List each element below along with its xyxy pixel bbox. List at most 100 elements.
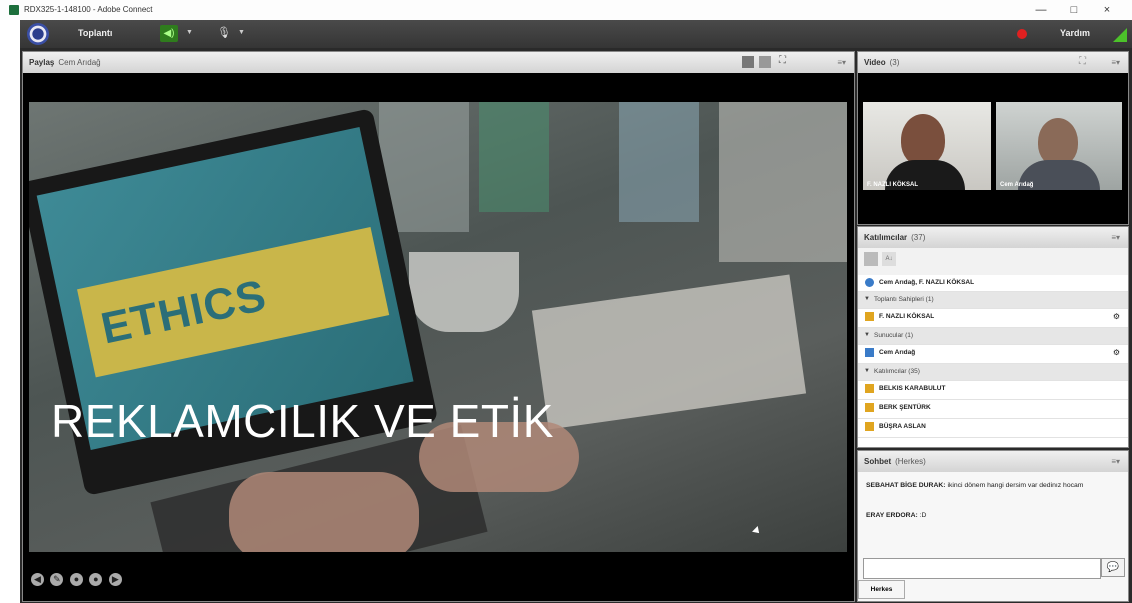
attendee-name: F. NAZLI KÖKSAL — [879, 313, 935, 320]
mic-menu-caret-icon[interactable]: ▼ — [238, 29, 245, 36]
participant-head — [1038, 118, 1078, 166]
window-title: RDX325-1-148100 - Adobe Connect — [24, 5, 153, 14]
section-presenters[interactable]: ▼ Sunucular (1) — [858, 328, 1128, 345]
menu-help[interactable]: Yardım — [1060, 28, 1090, 38]
chat-input[interactable] — [863, 558, 1101, 579]
video-feed[interactable]: Cem Arıdağ — [996, 102, 1122, 190]
attendee-row[interactable]: BÜŞRA ASLAN — [858, 419, 1128, 438]
section-participants[interactable]: ▼ Katılımcılar (35) — [858, 364, 1128, 381]
share-pod: Paylaş Cem Arıdağ ⛶ ≡▾ ETHICS REKLAMCILIK — [22, 51, 855, 602]
chat-pod-header: Sohbet (Herkes) ≡▾ — [858, 451, 1128, 472]
bg-binder — [719, 102, 847, 262]
attendee-name: BELKIS KARABULUT — [879, 385, 946, 392]
video-pod: Video (3) ⛶ ≡▾ F. NAZLI KÖKSAL Cem Arıdağ — [857, 51, 1129, 225]
app-icon — [9, 5, 19, 15]
maximize-button[interactable]: □ — [1061, 2, 1087, 18]
bg-binder — [479, 102, 549, 212]
share-pod-title: Paylaş — [29, 58, 55, 67]
eraser-icon[interactable]: ● — [69, 573, 83, 586]
attendees-pod: Katılımcılar (37) ≡▾ A↓ Cem Arıdağ, F. NA… — [857, 226, 1129, 448]
coffee-cup-image — [409, 252, 519, 332]
section-label: Toplantı Sahipleri (1) — [874, 296, 934, 303]
video-feed-name: Cem Arıdağ — [1000, 182, 1034, 188]
fullscreen-icon[interactable]: ⛶ — [779, 55, 786, 66]
attendee-name: Cem Arıdağ — [879, 349, 916, 356]
section-label: Sunucular (1) — [874, 332, 914, 339]
attendee-row[interactable]: BELKIS KARABULUT — [858, 381, 1128, 400]
video-pod-header: Video (3) ⛶ ≡▾ — [858, 52, 1128, 73]
participant-icon — [865, 403, 874, 412]
window-titlebar: RDX325-1-148100 - Adobe Connect — □ × — [0, 0, 1132, 20]
chat-pod: Sohbet (Herkes) ≡▾ SEBAHAT BİGE DURAK: ik… — [857, 450, 1129, 602]
chat-text: ikinci dönem hangi dersim var dedinız ho… — [947, 482, 1084, 489]
chat-pod-title: Sohbet — [864, 457, 892, 466]
video-options-icon[interactable]: ≡▾ — [1111, 58, 1120, 67]
minimize-button[interactable]: — — [1028, 2, 1054, 18]
slide-title: REKLAMCILIK VE ETİK — [51, 395, 554, 447]
attendee-row[interactable]: BERK ŞENTÜRK — [858, 400, 1128, 419]
app-frame: Toplantı ◀) ▼ 🎙 ▼ Yardım Paylaş Cem Arıda… — [20, 20, 1132, 603]
host-icon — [865, 312, 874, 321]
audio-menu-caret-icon[interactable]: ▼ — [186, 29, 193, 36]
attendees-count: (37) — [911, 233, 926, 242]
connection-signal-icon — [1113, 28, 1127, 42]
close-button[interactable]: × — [1094, 2, 1120, 18]
attendees-pod-header: Katılımcılar (37) ≡▾ — [858, 227, 1128, 248]
menu-meeting[interactable]: Toplantı — [78, 28, 112, 38]
menu-bar: Toplantı ◀) ▼ 🎙 ▼ Yardım — [20, 20, 1132, 48]
active-speakers-row: Cem Arıdağ, F. NAZLI KÖKSAL — [858, 275, 1128, 292]
speaker-icon[interactable]: ◀) — [160, 25, 178, 42]
layout-fill-icon[interactable] — [742, 56, 754, 68]
next-slide-icon[interactable]: ▶ — [108, 573, 122, 586]
pod-options-icon[interactable]: ≡▾ — [837, 58, 846, 67]
participant-head — [901, 114, 945, 166]
slide-stage: ETHICS REKLAMCILIK VE ETİK — [29, 102, 847, 552]
collapse-arrow-icon: ▼ — [864, 368, 870, 374]
speaker-icon — [865, 278, 874, 287]
section-label: Katılımcılar (35) — [874, 368, 920, 375]
chat-message: ERAY ERDORA: :D — [866, 511, 1120, 520]
video-feed-name: F. NAZLI KÖKSAL — [867, 182, 918, 188]
pointer-icon[interactable]: ✎ — [50, 573, 64, 586]
sort-icon[interactable]: A↓ — [882, 252, 896, 266]
layout-fit-icon[interactable] — [759, 56, 771, 68]
bg-binder — [619, 102, 699, 222]
video-count: (3) — [889, 58, 900, 67]
prev-slide-icon[interactable]: ◀ — [31, 573, 44, 586]
chat-sender: ERAY ERDORA: — [866, 512, 918, 519]
mouse-cursor-icon — [752, 526, 762, 536]
send-message-icon[interactable]: 💬 — [1101, 558, 1125, 577]
chat-options-icon[interactable]: ≡▾ — [1111, 457, 1120, 466]
share-pod-header: Paylaş Cem Arıdağ ⛶ ≡▾ — [23, 52, 854, 73]
slide-navigation: ◀ ✎ ● ● ▶ — [31, 569, 124, 587]
active-speakers: Cem Arıdağ, F. NAZLI KÖKSAL — [879, 279, 975, 286]
chat-text: :D — [919, 512, 927, 519]
list-view-icon[interactable] — [864, 252, 878, 266]
chat-message: SEBAHAT BİGE DURAK: ikinci dönem hangi d… — [866, 481, 1120, 490]
attendee-row[interactable]: F. NAZLI KÖKSAL ⚙ — [858, 309, 1128, 328]
attendee-list: Cem Arıdağ, F. NAZLI KÖKSAL ▼ Toplantı S… — [858, 275, 1128, 447]
notebook-image — [531, 274, 807, 430]
microphone-icon[interactable]: 🎙 — [217, 26, 231, 39]
adobe-connect-logo-icon[interactable] — [27, 23, 49, 45]
participant-icon — [865, 384, 874, 393]
section-hosts[interactable]: ▼ Toplantı Sahipleri (1) — [858, 292, 1128, 309]
record-indicator-icon[interactable] — [1017, 29, 1027, 39]
stop-icon[interactable]: ● — [89, 573, 103, 586]
attendees-options-icon[interactable]: ≡▾ — [1111, 233, 1120, 242]
chat-scope: (Herkes) — [895, 457, 926, 466]
video-fullscreen-icon[interactable]: ⛶ — [1079, 56, 1086, 67]
chat-sender: SEBAHAT BİGE DURAK: — [866, 482, 946, 489]
hand-image — [229, 472, 419, 552]
attendee-name: BERK ŞENTÜRK — [879, 404, 931, 411]
video-feed[interactable]: F. NAZLI KÖKSAL — [863, 102, 991, 190]
chat-tab-everyone[interactable]: Herkes — [858, 580, 905, 599]
collapse-arrow-icon: ▼ — [864, 332, 870, 338]
attendees-pod-title: Katılımcılar — [864, 233, 908, 242]
participant-icon — [865, 422, 874, 431]
attendee-name: BÜŞRA ASLAN — [879, 423, 926, 430]
video-pod-title: Video — [864, 58, 886, 67]
attendee-row[interactable]: Cem Arıdağ ⚙ — [858, 345, 1128, 364]
presenter-icon — [865, 348, 874, 357]
collapse-arrow-icon: ▼ — [864, 296, 870, 302]
